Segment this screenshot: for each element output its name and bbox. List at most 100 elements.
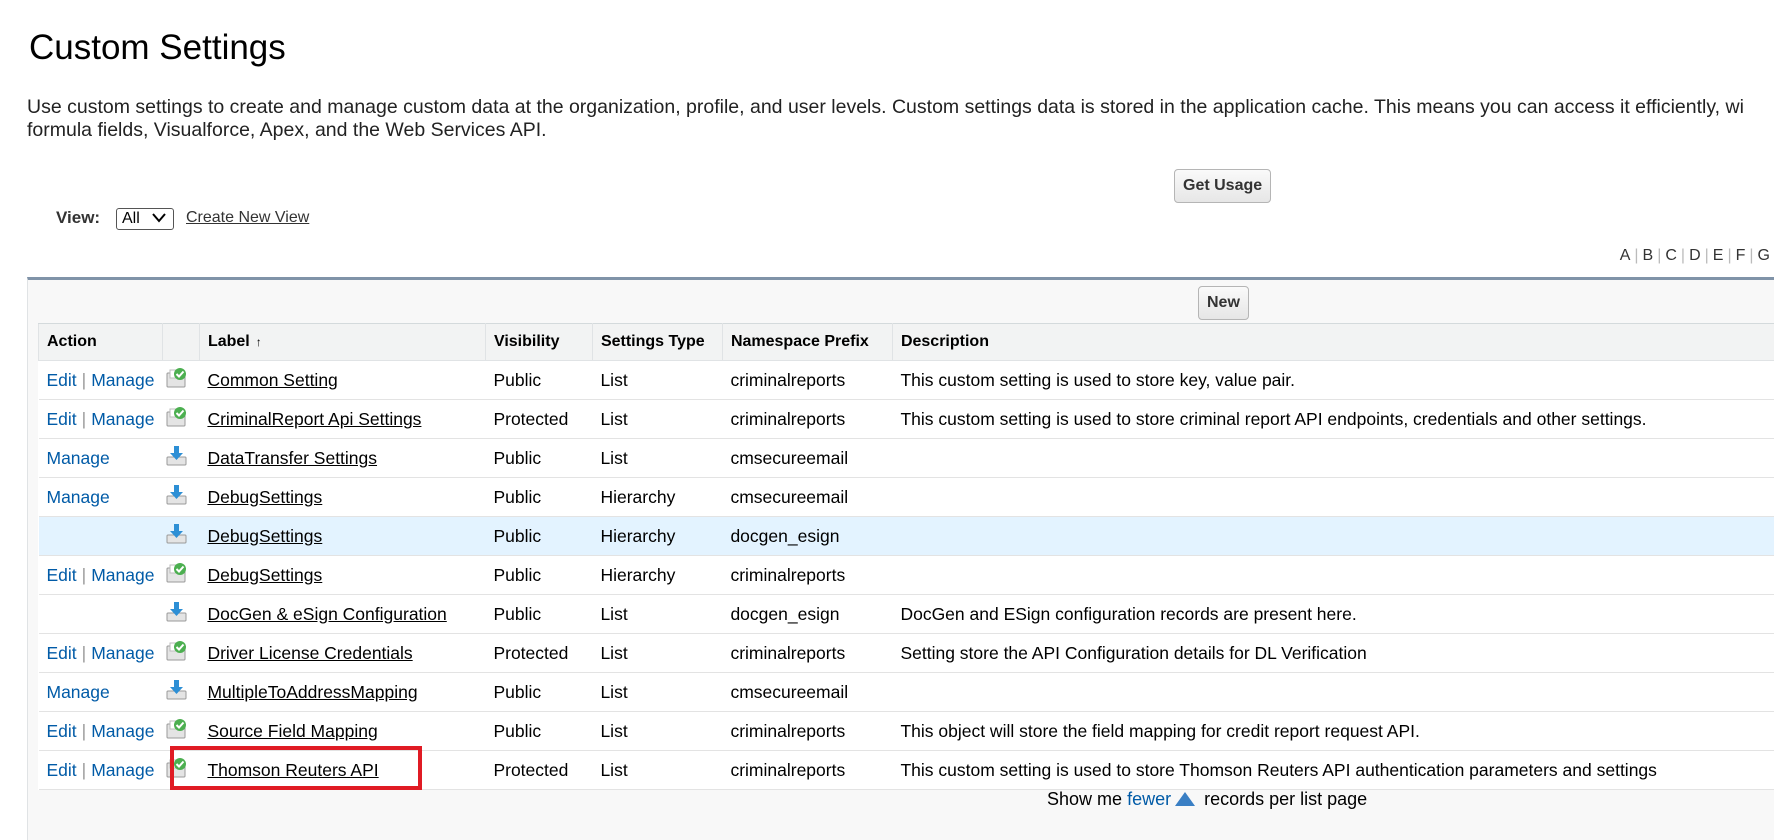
column-header-namespace-prefix[interactable]: Namespace Prefix xyxy=(722,324,892,361)
show-fewer-link[interactable]: fewer xyxy=(1127,789,1171,809)
setting-label-link[interactable]: DataTransfer Settings xyxy=(207,448,377,468)
namespace-prefix-cell: criminalreports xyxy=(722,712,892,751)
manage-link[interactable]: Manage xyxy=(47,682,110,702)
edit-link[interactable]: Edit xyxy=(47,409,77,429)
alpha-filter-d[interactable]: D xyxy=(1685,247,1705,265)
label-cell: DebugSettings xyxy=(199,478,485,517)
setting-label-link[interactable]: Thomson Reuters API xyxy=(207,760,378,780)
settings-type-cell: List xyxy=(592,361,722,400)
setting-label-link[interactable]: DebugSettings xyxy=(207,565,322,585)
edit-link[interactable]: Edit xyxy=(47,565,77,585)
type-icon-cell xyxy=(162,439,199,478)
visibility-cell: Public xyxy=(485,439,592,478)
setting-label-link[interactable]: DocGen & eSign Configuration xyxy=(207,604,446,624)
setting-label-link[interactable]: CriminalReport Api Settings xyxy=(207,409,421,429)
page-title: Custom Settings xyxy=(29,28,286,68)
action-separator: | xyxy=(77,370,92,390)
alpha-filter-b[interactable]: B xyxy=(1639,247,1658,265)
namespace-prefix-cell: cmsecureemail xyxy=(722,439,892,478)
namespace-prefix-cell: criminalreports xyxy=(722,556,892,595)
edit-link[interactable]: Edit xyxy=(47,370,77,390)
table-row: Edit|ManageSource Field MappingPublicLis… xyxy=(39,712,1774,751)
label-cell: DebugSettings xyxy=(199,517,485,556)
visibility-cell: Public xyxy=(485,712,592,751)
manage-link[interactable]: Manage xyxy=(91,721,154,741)
installed-package-icon xyxy=(166,490,188,510)
settings-type-cell: Hierarchy xyxy=(592,517,722,556)
sort-ascending-icon: ↑ xyxy=(256,335,262,349)
table-row: Edit|ManageDebugSettingsPublicHierarchyc… xyxy=(39,556,1774,595)
manage-link[interactable]: Manage xyxy=(91,370,154,390)
description-cell: DocGen and ESign configuration records a… xyxy=(892,595,1774,634)
type-icon-cell xyxy=(162,556,199,595)
manage-link[interactable]: Manage xyxy=(91,760,154,780)
type-icon-cell xyxy=(162,361,199,400)
action-cell: Edit|Manage xyxy=(39,361,163,400)
visibility-cell: Protected xyxy=(485,751,592,790)
setting-label-link[interactable]: Common Setting xyxy=(207,370,337,390)
new-button[interactable]: New xyxy=(1198,286,1249,320)
description-cell xyxy=(892,439,1774,478)
action-separator: | xyxy=(77,760,92,780)
visibility-cell: Public xyxy=(485,556,592,595)
action-separator: | xyxy=(77,409,92,429)
namespace-prefix-cell: criminalreports xyxy=(722,751,892,790)
column-header-label[interactable]: Label↑ xyxy=(199,324,485,361)
column-header-settings-type[interactable]: Settings Type xyxy=(592,324,722,361)
label-cell: Driver License Credentials xyxy=(199,634,485,673)
check-setting-icon xyxy=(166,646,188,666)
type-icon-cell xyxy=(162,751,199,790)
column-header-visibility[interactable]: Visibility xyxy=(485,324,592,361)
action-cell xyxy=(39,517,163,556)
edit-link[interactable]: Edit xyxy=(47,721,77,741)
column-header-description[interactable]: Description xyxy=(892,324,1774,361)
triangle-up-icon[interactable] xyxy=(1175,792,1195,806)
manage-link[interactable]: Manage xyxy=(47,448,110,468)
manage-link[interactable]: Manage xyxy=(47,487,110,507)
table-row: ManageDebugSettingsPublicHierarchycmsecu… xyxy=(39,478,1774,517)
edit-link[interactable]: Edit xyxy=(47,643,77,663)
table-row: Edit|ManageDriver License CredentialsPro… xyxy=(39,634,1774,673)
visibility-cell: Public xyxy=(485,595,592,634)
check-setting-icon xyxy=(166,373,188,393)
alpha-filter-g[interactable]: G xyxy=(1754,247,1774,265)
alpha-filter-a[interactable]: A xyxy=(1616,247,1635,265)
get-usage-button[interactable]: Get Usage xyxy=(1174,169,1271,203)
page-description-line-2: formula fields, Visualforce, Apex, and t… xyxy=(27,119,1744,142)
column-header-icon xyxy=(162,324,199,361)
label-cell: CriminalReport Api Settings xyxy=(199,400,485,439)
create-new-view-link[interactable]: Create New View xyxy=(186,209,309,227)
alpha-filter-c[interactable]: C xyxy=(1661,247,1681,265)
settings-type-cell: Hierarchy xyxy=(592,556,722,595)
table-row: Edit|ManageThomson Reuters APIProtectedL… xyxy=(39,751,1774,790)
type-icon-cell xyxy=(162,595,199,634)
label-cell: DataTransfer Settings xyxy=(199,439,485,478)
table-row: ManageMultipleToAddressMappingPublicList… xyxy=(39,673,1774,712)
view-select[interactable]: All xyxy=(116,208,174,230)
setting-label-link[interactable]: Source Field Mapping xyxy=(207,721,377,741)
settings-type-cell: List xyxy=(592,595,722,634)
manage-link[interactable]: Manage xyxy=(91,643,154,663)
label-cell: Thomson Reuters API xyxy=(199,751,485,790)
alpha-filter-e[interactable]: E xyxy=(1709,247,1728,265)
namespace-prefix-cell: criminalreports xyxy=(722,400,892,439)
check-setting-icon xyxy=(166,724,188,744)
visibility-cell: Protected xyxy=(485,400,592,439)
settings-type-cell: List xyxy=(592,712,722,751)
edit-link[interactable]: Edit xyxy=(47,760,77,780)
settings-type-cell: List xyxy=(592,634,722,673)
setting-label-link[interactable]: DebugSettings xyxy=(207,487,322,507)
view-select-value: All xyxy=(122,210,140,228)
manage-link[interactable]: Manage xyxy=(91,565,154,585)
description-cell xyxy=(892,478,1774,517)
description-cell xyxy=(892,673,1774,712)
chevron-down-icon xyxy=(151,211,167,225)
manage-link[interactable]: Manage xyxy=(91,409,154,429)
installed-package-icon xyxy=(166,685,188,705)
table-row: DebugSettingsPublicHierarchydocgen_esign xyxy=(39,517,1774,556)
setting-label-link[interactable]: Driver License Credentials xyxy=(207,643,412,663)
setting-label-link[interactable]: MultipleToAddressMapping xyxy=(207,682,417,702)
visibility-cell: Public xyxy=(485,361,592,400)
alpha-filter-f[interactable]: F xyxy=(1732,247,1750,265)
setting-label-link[interactable]: DebugSettings xyxy=(207,526,322,546)
